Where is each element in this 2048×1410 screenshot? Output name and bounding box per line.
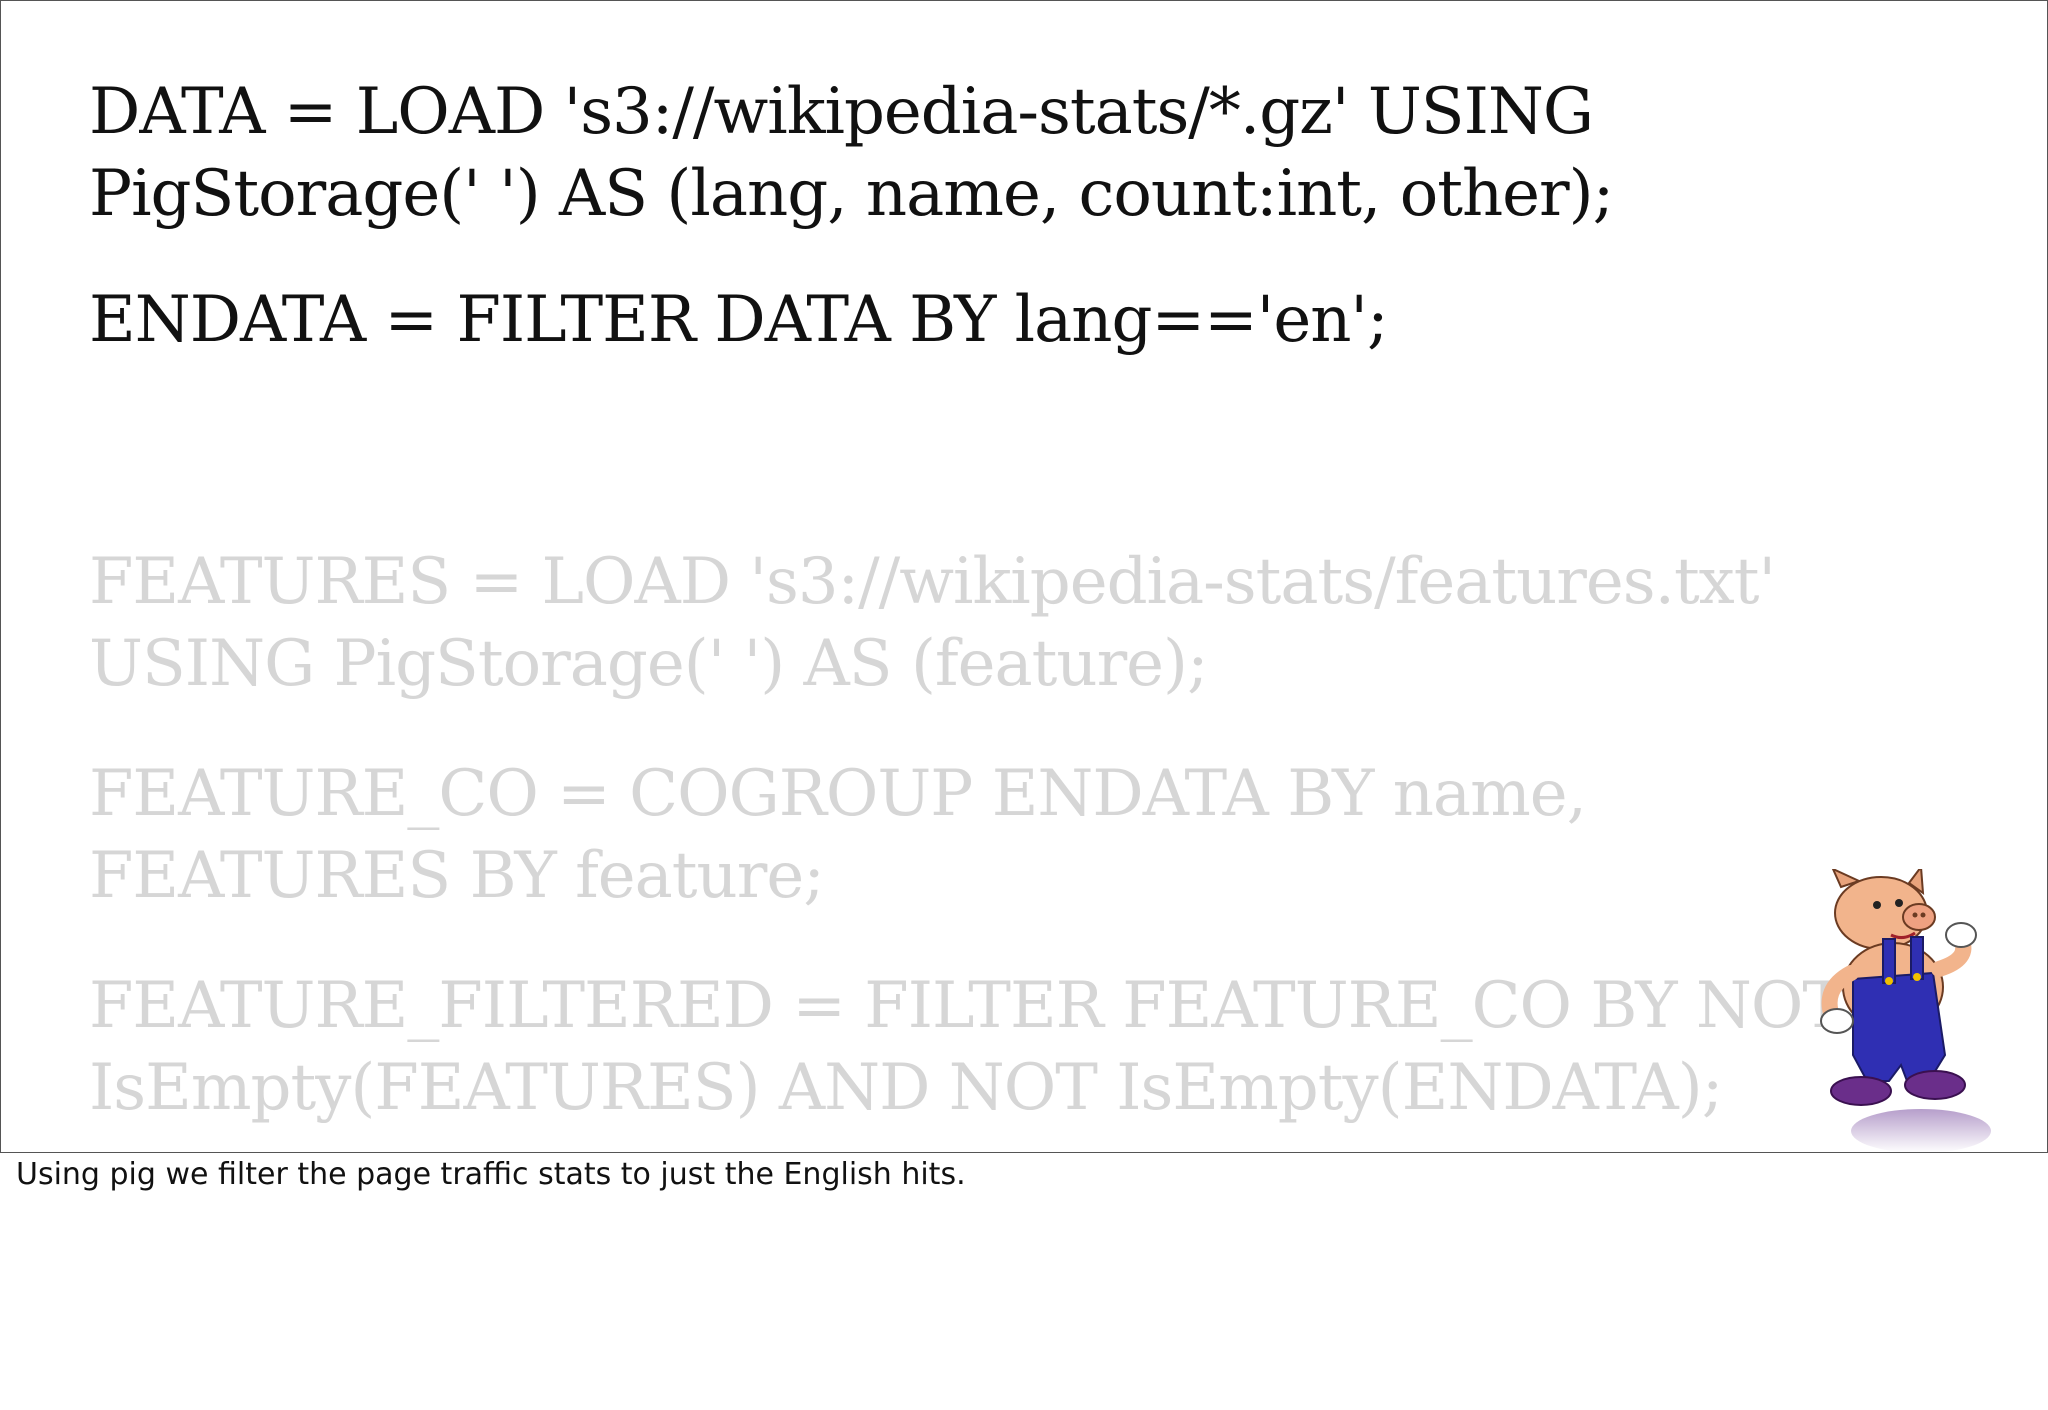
code-line-feature-filtered-1: FEATURE_FILTERED = FILTER FEATURE_CO BY … [89, 969, 1845, 1043]
code-line-feature-co-2: FEATURES BY feature; [89, 839, 825, 913]
code-line-features-load-1: FEATURES = LOAD 's3://wikipedia-stats/fe… [89, 545, 1776, 619]
code-line-feature-co-1: FEATURE_CO = COGROUP ENDATA BY name, [89, 757, 1587, 831]
code-line-data-load-2: PigStorage(' ') AS (lang, name, count:in… [89, 157, 1614, 231]
code-line-endata-filter: ENDATA = FILTER DATA BY lang=='en'; [89, 283, 1389, 357]
pig-statement-data-load: DATA = LOAD 's3://wikipedia-stats/*.gz' … [89, 71, 1614, 235]
code-line-data-load-1: DATA = LOAD 's3://wikipedia-stats/*.gz' … [89, 75, 1594, 149]
code-line-features-load-2: USING PigStorage(' ') AS (feature); [89, 627, 1209, 701]
pig-statement-features-load: FEATURES = LOAD 's3://wikipedia-stats/fe… [89, 541, 1776, 705]
pig-statement-feature-cogroup: FEATURE_CO = COGROUP ENDATA BY name, FEA… [89, 753, 1587, 917]
pig-statement-feature-filtered: FEATURE_FILTERED = FILTER FEATURE_CO BY … [89, 965, 1845, 1129]
pig-statement-endata-filter: ENDATA = FILTER DATA BY lang=='en'; [89, 279, 1389, 361]
slide-canvas: DATA = LOAD 's3://wikipedia-stats/*.gz' … [0, 0, 2048, 1153]
presenter-notes: Using pig we filter the page traffic sta… [16, 1157, 966, 1192]
code-line-feature-filtered-2: IsEmpty(FEATURES) AND NOT IsEmpty(ENDATA… [89, 1051, 1723, 1125]
pig-mascot-icon [1820, 869, 1991, 1152]
